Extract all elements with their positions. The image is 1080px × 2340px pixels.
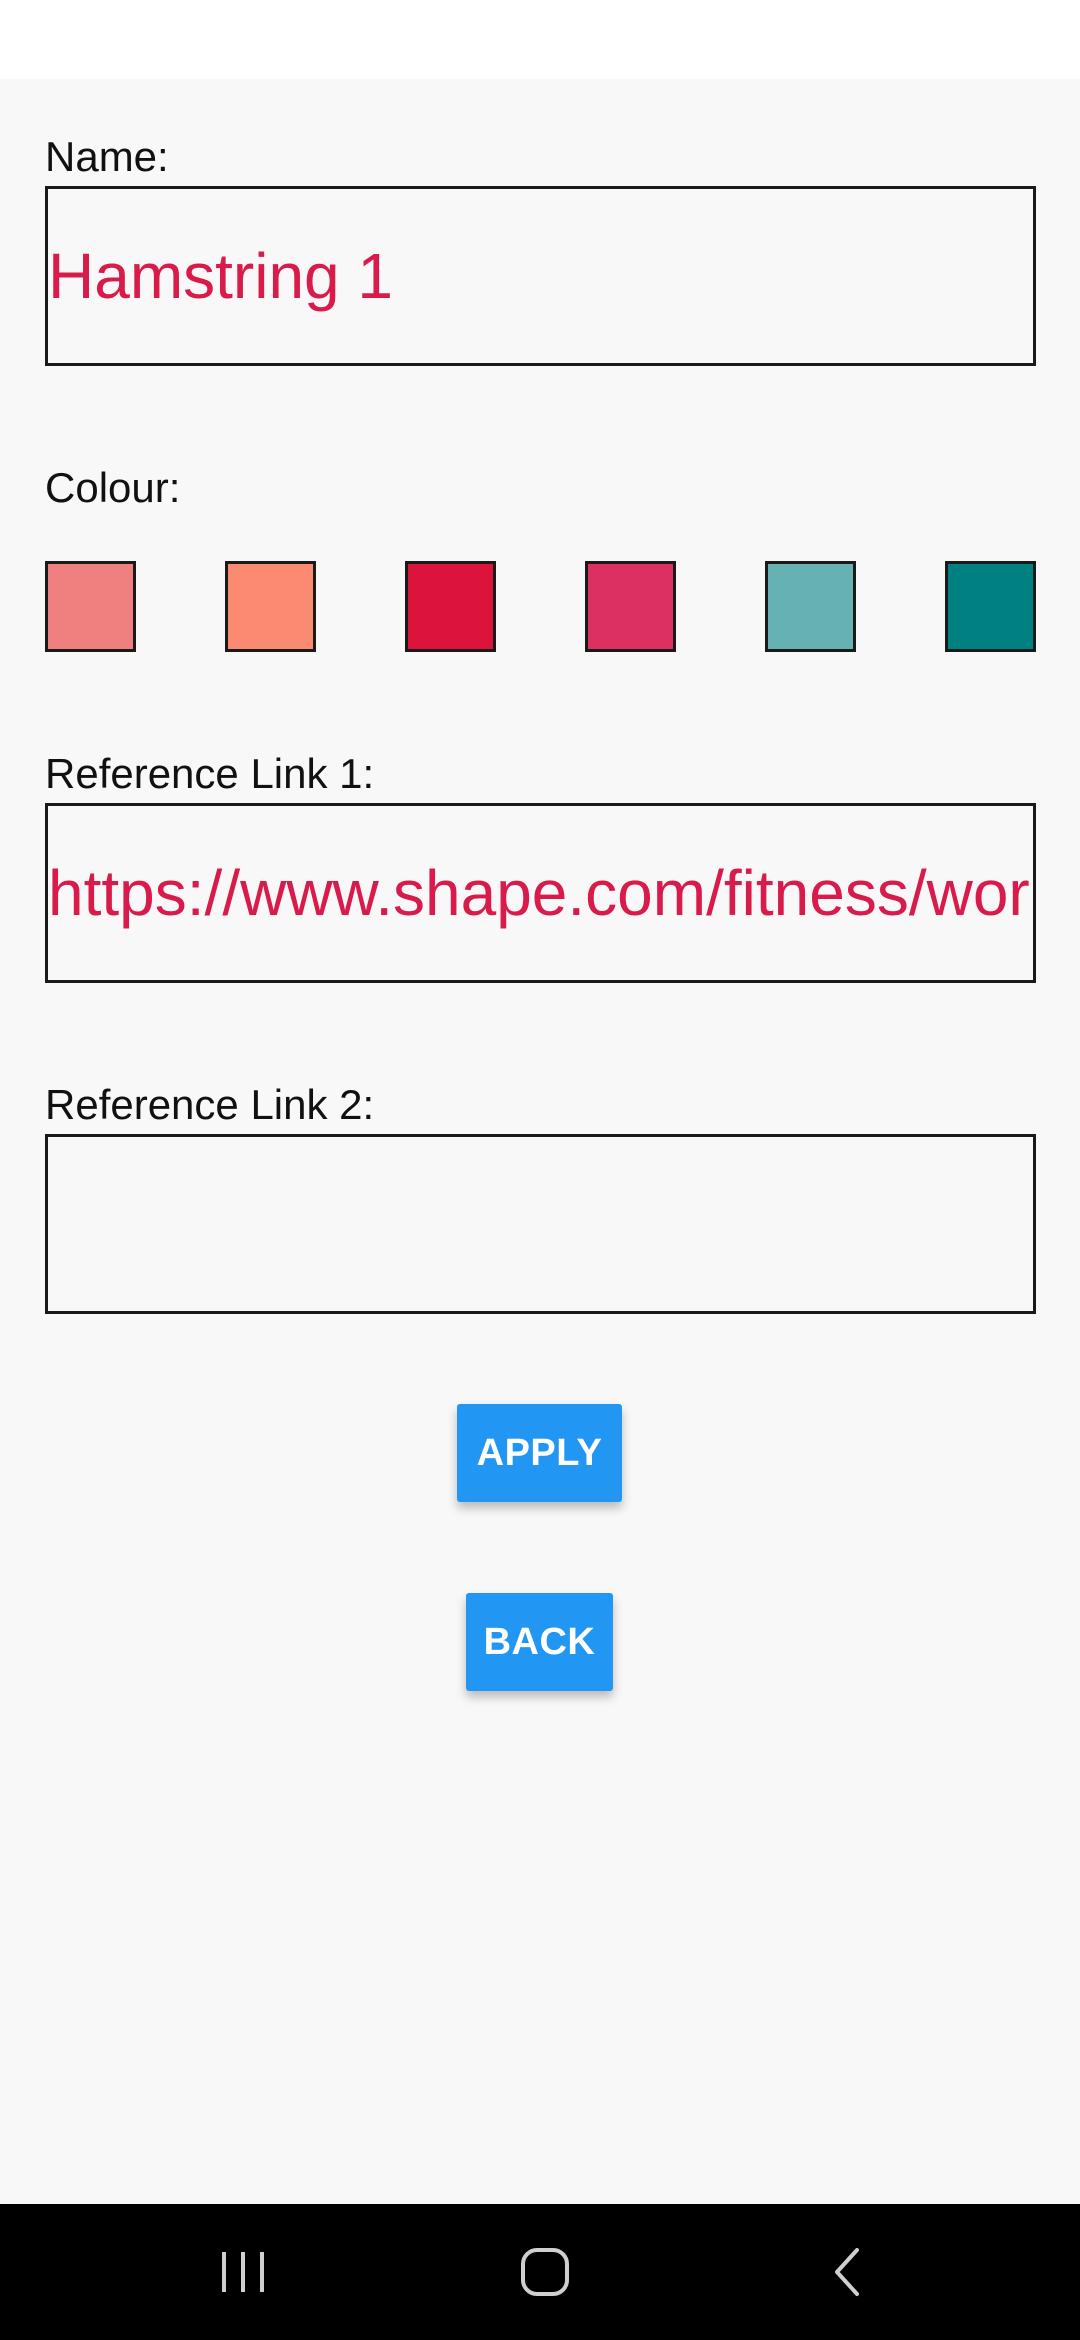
reference-link-1-input[interactable]: https://www.shape.com/fitness/workouts <box>45 803 1036 983</box>
name-input[interactable]: Hamstring 1 <box>45 186 1036 366</box>
back-button[interactable]: BACK <box>466 1593 613 1691</box>
colour-swatch-4[interactable] <box>585 561 676 652</box>
home-icon[interactable] <box>515 2242 575 2302</box>
name-input-value: Hamstring 1 <box>48 240 393 312</box>
name-label: Name: <box>45 133 169 180</box>
apply-button[interactable]: APPLY <box>457 1404 622 1502</box>
reference-link-2-input[interactable] <box>45 1134 1036 1314</box>
recent-apps-icon[interactable] <box>218 2242 268 2302</box>
colour-swatch-3[interactable] <box>405 561 496 652</box>
colour-swatch-6[interactable] <box>945 561 1036 652</box>
reference-link-1-label: Reference Link 1: <box>45 750 375 797</box>
reference-link-2-label: Reference Link 2: <box>45 1081 375 1128</box>
colour-swatch-5[interactable] <box>765 561 856 652</box>
back-arrow-icon[interactable] <box>823 2242 873 2302</box>
system-navigation-bar <box>0 2204 1080 2340</box>
edit-form: Name: Hamstring 1 Colour: Reference Link… <box>0 79 1080 2204</box>
reference-link-1-value: https://www.shape.com/fitness/workouts <box>48 857 1033 929</box>
colour-label: Colour: <box>45 464 181 511</box>
colour-swatch-2[interactable] <box>225 561 316 652</box>
colour-swatch-1[interactable] <box>45 561 136 652</box>
status-bar <box>0 0 1080 79</box>
